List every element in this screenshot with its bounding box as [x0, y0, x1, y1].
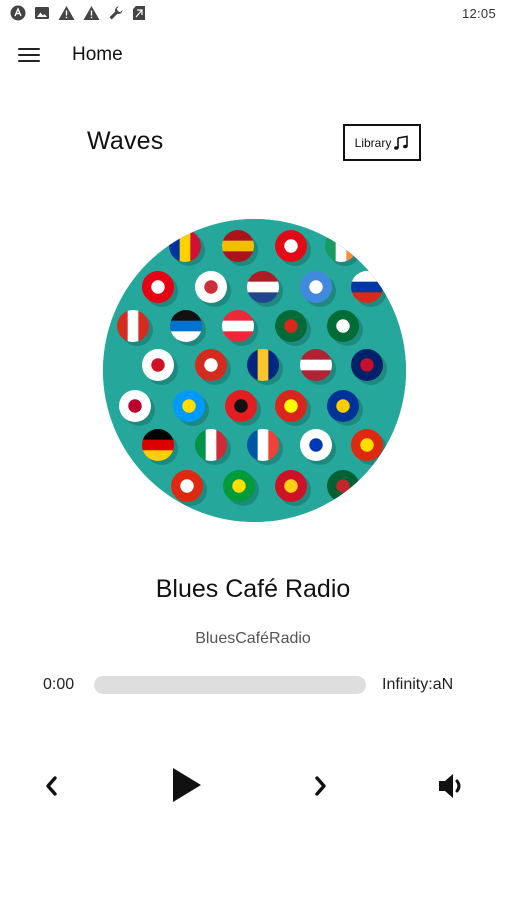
- current-time: 0:00: [43, 676, 75, 693]
- country-flags-cover-image: [103, 219, 406, 522]
- music-note-icon: [394, 135, 409, 150]
- android-auto-icon: [10, 5, 26, 21]
- library-label: Library: [354, 135, 392, 150]
- wrench-icon: [109, 6, 123, 20]
- previous-button[interactable]: [36, 770, 68, 802]
- station-subtitle: BluesCaféRadio: [195, 630, 311, 647]
- library-button[interactable]: Library: [343, 124, 421, 161]
- chevron-left-icon: [46, 776, 57, 796]
- brand-title: Waves: [87, 127, 164, 155]
- status-bar: 12:05: [0, 0, 506, 28]
- chevron-right-icon: [315, 776, 326, 796]
- app-bar: Home: [0, 36, 506, 76]
- warning-icon: [58, 6, 75, 20]
- progress-bar[interactable]: [94, 676, 366, 694]
- total-time: Infinity:aN: [382, 676, 454, 693]
- image-icon: [35, 7, 49, 19]
- next-button[interactable]: [304, 770, 336, 802]
- play-icon: [173, 768, 201, 802]
- station-name: Blues Café Radio: [155, 575, 351, 603]
- sim-icon: [133, 6, 145, 20]
- warning-icon: [83, 6, 100, 20]
- volume-button[interactable]: [434, 768, 470, 804]
- play-button[interactable]: [164, 762, 208, 808]
- page-title: Home: [72, 44, 123, 65]
- hamburger-menu-icon[interactable]: [16, 44, 42, 68]
- status-time: 12:05: [461, 6, 496, 21]
- status-icons: [10, 5, 146, 21]
- volume-icon: [439, 774, 461, 798]
- station-cover-image: [103, 219, 406, 522]
